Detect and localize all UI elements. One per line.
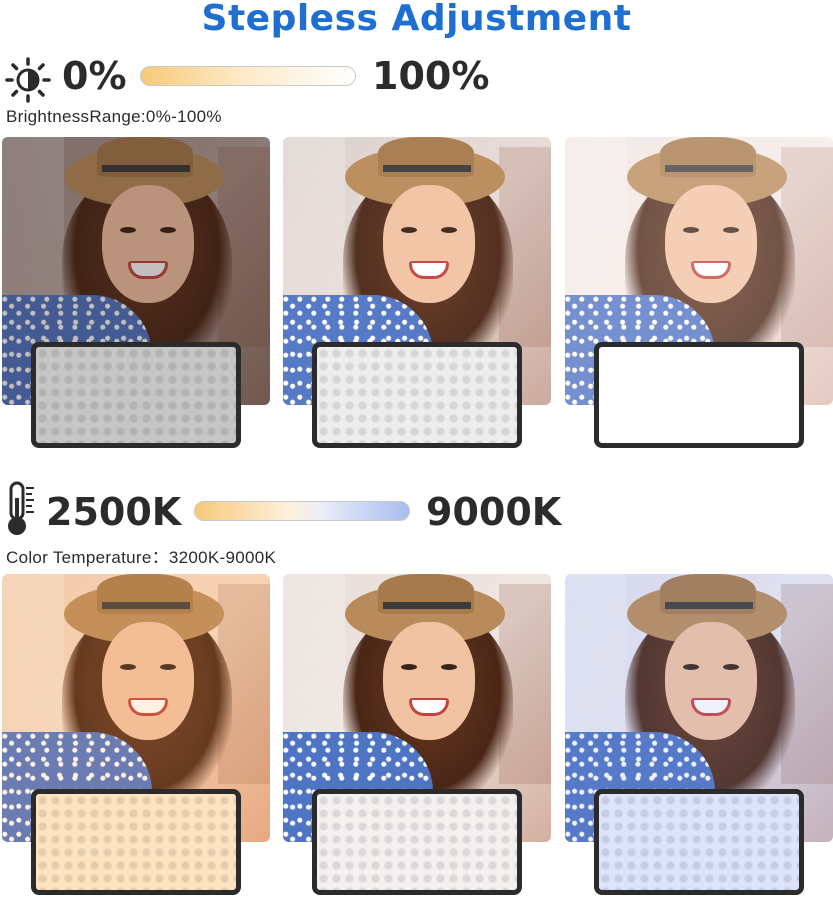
light-panel-low	[31, 342, 241, 448]
brightness-scale: 0% 100%	[0, 50, 833, 110]
color-temperature-max-value: 9000K	[426, 490, 562, 534]
page-title: Stepless Adjustment	[201, 0, 632, 39]
brightness-max-value: 100%	[372, 54, 490, 98]
brightness-gradient-bar	[140, 66, 356, 86]
light-panel-warm	[31, 789, 241, 895]
color-temperature-gradient-bar	[194, 501, 410, 521]
light-panel-neutral	[312, 789, 522, 895]
sun-brightness-icon	[5, 57, 51, 103]
light-panel-cool	[594, 789, 804, 895]
color-temperature-min-value: 2500K	[46, 490, 182, 534]
light-panel-medium	[312, 342, 522, 448]
brightness-range-label: BrightnessRange:0%-100%	[6, 107, 222, 126]
color-temperature-scale: 2500K 9000K	[0, 480, 833, 540]
brightness-min-value: 0%	[62, 54, 127, 98]
thermometer-icon	[8, 481, 34, 535]
light-panel-high	[594, 342, 804, 448]
color-temperature-range-label: Color Temperature：3200K-9000K	[6, 548, 277, 567]
